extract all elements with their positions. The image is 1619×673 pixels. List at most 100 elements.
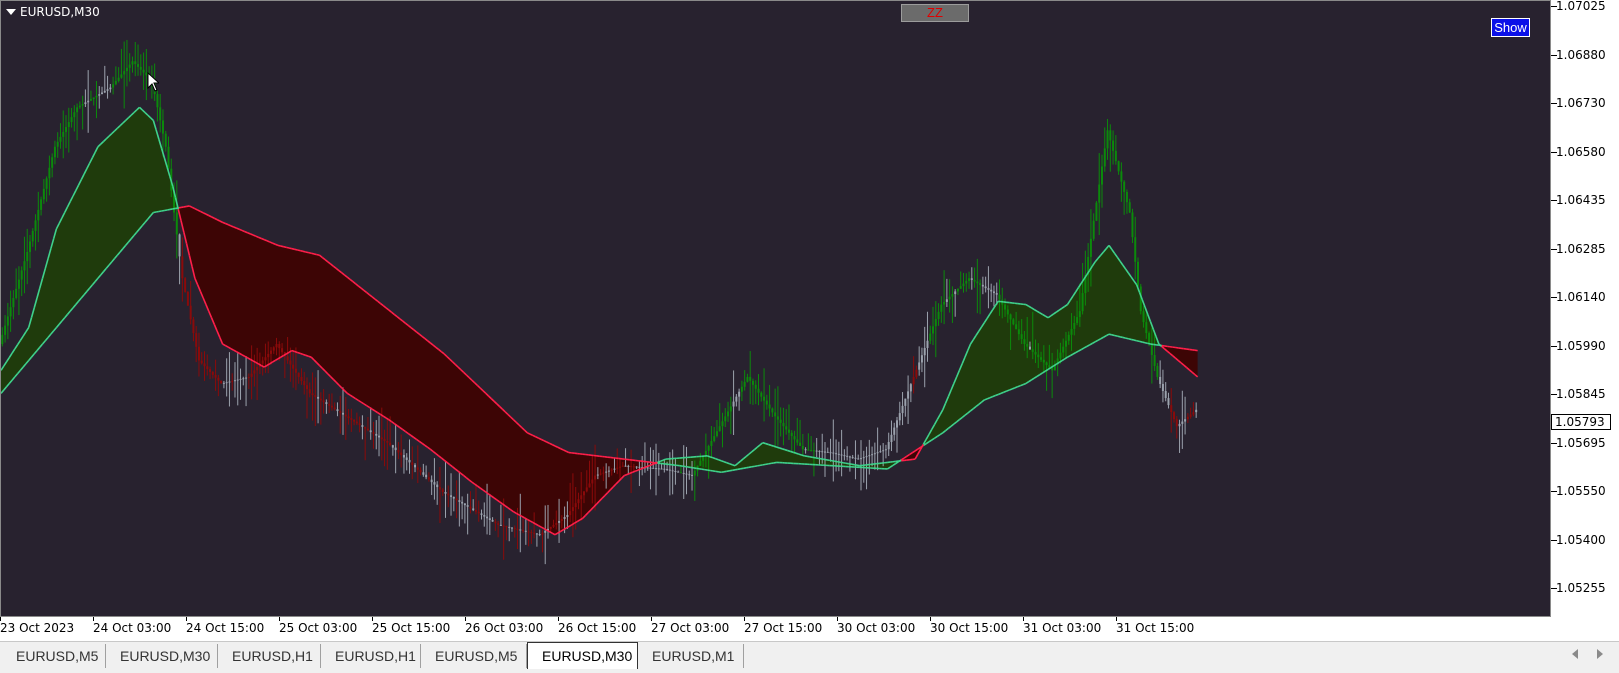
slow-ma-line xyxy=(987,398,990,399)
tab-eurusd-m5[interactable]: EURUSD,M5 xyxy=(2,644,106,668)
candle-body xyxy=(46,178,48,189)
candle-body xyxy=(655,468,657,469)
candle-body xyxy=(674,471,676,472)
candle-body xyxy=(345,415,347,417)
tab-eurusd-m30[interactable]: EURUSD,M30 xyxy=(527,642,638,669)
tab-eurusd-h1[interactable]: EURUSD,H1 xyxy=(218,644,321,668)
candle-body xyxy=(32,231,34,242)
candle-body xyxy=(386,441,388,443)
candle-body xyxy=(752,381,754,385)
candle-body xyxy=(849,456,851,457)
candle-body xyxy=(633,466,635,467)
candle-body xyxy=(893,428,895,435)
candle-body xyxy=(788,430,790,433)
candle-body xyxy=(372,432,374,434)
candle-body xyxy=(35,220,37,231)
slow-ma-line xyxy=(1126,338,1129,339)
candle-body xyxy=(724,416,726,421)
candle-body xyxy=(483,515,485,517)
candle-body xyxy=(90,99,92,101)
candle-body xyxy=(1143,311,1145,322)
candle-body xyxy=(403,455,405,457)
bull-trend-fill xyxy=(923,245,1161,445)
candle-body xyxy=(1015,324,1017,329)
price-chart[interactable] xyxy=(1,1,1551,617)
slow-ma-line xyxy=(245,232,248,233)
candle-body xyxy=(744,382,746,387)
candle-body xyxy=(810,450,812,451)
candle-body xyxy=(323,400,325,402)
candle-body xyxy=(918,362,920,369)
slow-ma-line xyxy=(297,250,300,251)
tab-eurusd-m5[interactable]: EURUSD,M5 xyxy=(421,644,527,668)
candle-body xyxy=(104,91,106,93)
candle-body xyxy=(622,466,624,467)
candle-body xyxy=(913,377,915,384)
candle-body xyxy=(1129,202,1131,212)
chart-window[interactable]: EURUSD,M30 ZZ Show xyxy=(0,0,1551,617)
candle-body xyxy=(339,411,341,413)
slow-ma-line xyxy=(1128,339,1131,340)
tab-eurusd-m1[interactable]: EURUSD,M1 xyxy=(638,644,744,668)
candle-body xyxy=(1040,357,1042,360)
candle-body xyxy=(566,515,568,517)
candle-body xyxy=(1035,352,1037,355)
candle-body xyxy=(143,70,145,73)
candle-body xyxy=(267,354,269,357)
candle-body xyxy=(192,319,194,333)
candle-body xyxy=(1159,377,1161,384)
price-label: 1.06580 xyxy=(1556,145,1606,159)
candle-body xyxy=(890,435,892,442)
candle-body xyxy=(1181,422,1183,424)
price-label: 1.05255 xyxy=(1556,581,1606,595)
candle-body xyxy=(1079,311,1081,317)
candle-body xyxy=(314,395,316,397)
slow-ma-line xyxy=(292,249,295,250)
candle-body xyxy=(569,511,571,515)
candle-body xyxy=(558,521,560,523)
price-scale[interactable]: 1.070251.068801.067301.065801.064351.062… xyxy=(1551,0,1619,617)
candle-body xyxy=(976,282,978,284)
candle-body xyxy=(683,473,685,474)
candle-body xyxy=(328,404,330,406)
scroll-right-icon[interactable] xyxy=(1597,649,1603,659)
slow-ma-line xyxy=(278,245,281,246)
candle-body xyxy=(411,462,413,464)
candle-body xyxy=(131,61,133,64)
time-label: 23 Oct 2023 xyxy=(0,621,74,635)
candle-body xyxy=(932,326,934,333)
slow-ma-line xyxy=(1131,339,1134,340)
candle-body xyxy=(309,389,311,393)
candle-body xyxy=(769,405,771,409)
candle-body xyxy=(550,527,552,529)
candle-body xyxy=(472,508,474,510)
candle-body xyxy=(253,370,255,373)
scroll-left-icon[interactable] xyxy=(1572,649,1578,659)
tab-eurusd-h1[interactable]: EURUSD,H1 xyxy=(321,644,421,668)
candle-body xyxy=(126,68,128,71)
chart-symbol-title[interactable]: EURUSD,M30 xyxy=(6,5,100,19)
show-button[interactable]: Show xyxy=(1491,18,1530,37)
triangle-down-icon[interactable] xyxy=(6,9,16,15)
candle-body xyxy=(84,102,86,104)
candle-body xyxy=(303,381,305,385)
candle-body xyxy=(179,234,181,256)
fast-ma-line xyxy=(716,459,719,460)
candle-body xyxy=(209,369,211,372)
time-axis[interactable]: 23 Oct 202324 Oct 03:0024 Oct 15:0025 Oc… xyxy=(0,617,1551,641)
candle-body xyxy=(602,473,604,474)
slow-ma-line xyxy=(1120,337,1123,338)
candle-body xyxy=(317,397,319,399)
candle-body xyxy=(962,284,964,287)
tab-eurusd-m30[interactable]: EURUSD,M30 xyxy=(106,644,218,668)
candle-body xyxy=(503,526,505,527)
zz-button[interactable]: ZZ xyxy=(901,4,969,22)
candle-body xyxy=(943,302,945,305)
slow-ma-line xyxy=(1007,390,1010,391)
candle-body xyxy=(896,420,898,427)
candle-body xyxy=(733,402,735,407)
candle-body xyxy=(926,341,928,348)
candle-body xyxy=(162,120,164,133)
candle-body xyxy=(481,513,483,515)
candle-body xyxy=(1123,182,1125,192)
